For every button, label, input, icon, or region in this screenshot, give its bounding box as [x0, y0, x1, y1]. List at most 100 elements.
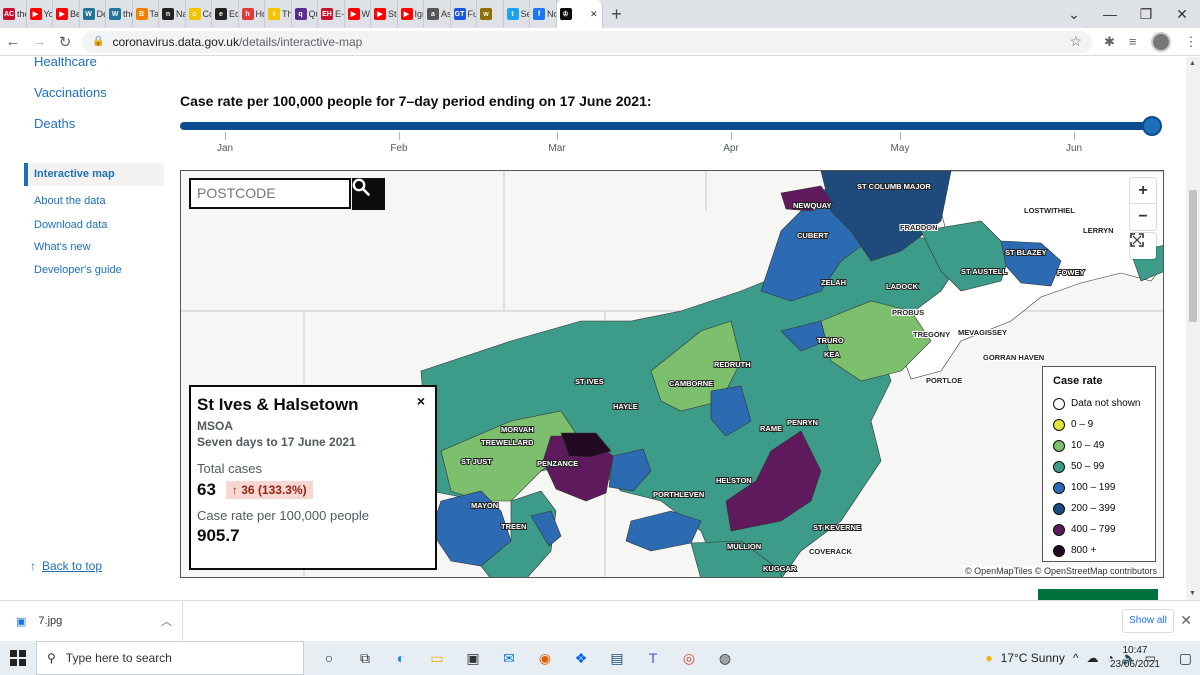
taskbar-search[interactable]: ⚲ Type here to search	[36, 641, 304, 675]
nav-whats-new[interactable]: What's new	[34, 241, 91, 253]
profile-menu-icon[interactable]: ⌄	[1056, 0, 1092, 28]
green-button[interactable]	[1038, 589, 1158, 600]
nav-deaths[interactable]: Deaths	[34, 116, 75, 131]
tab-active[interactable]: ♔ ✕	[556, 0, 603, 28]
map-attribution[interactable]: © OpenMapTiles © OpenStreetMap contribut…	[962, 566, 1159, 576]
browser-tab[interactable]: ▶Bes	[53, 0, 80, 28]
task-view-icon[interactable]: ⧉	[350, 643, 380, 673]
svg-text:ZELAH: ZELAH	[821, 278, 846, 287]
tray-chevron-icon[interactable]: ^	[1073, 651, 1079, 665]
zoom-out-button[interactable]: −	[1130, 204, 1156, 230]
legend-items: Data not shown 0 – 9 10 – 49 50 – 99 100 – 1…	[1053, 393, 1145, 561]
total-cases-value: 63	[197, 480, 216, 499]
edge-icon[interactable]: ◐	[386, 643, 416, 673]
browser-tab[interactable]: ▶Wh	[345, 0, 371, 28]
postcode-search-button[interactable]	[352, 178, 385, 210]
close-window-button[interactable]: ✕	[1164, 0, 1200, 28]
media-icon[interactable]: ≡	[1129, 34, 1137, 49]
legend-swatch-icon	[1053, 397, 1065, 410]
browser-tab[interactable]: EHE-H	[318, 0, 345, 28]
browser-tab[interactable]: fNo	[530, 0, 557, 28]
legend-title: Case rate	[1053, 375, 1103, 387]
page-scrollbar[interactable]: ▲ ▼	[1186, 57, 1200, 600]
start-button[interactable]	[0, 650, 36, 666]
close-panel-button[interactable]: ×	[417, 393, 425, 409]
browser-tab[interactable]: tSel	[504, 0, 530, 28]
file-explorer-icon[interactable]: ▭	[422, 643, 452, 673]
chrome-icon[interactable]: ◎	[674, 643, 704, 673]
back-icon[interactable]: ←	[0, 33, 26, 50]
scroll-down-icon[interactable]: ▼	[1189, 590, 1196, 597]
tab-favicon-icon: B	[135, 8, 148, 20]
browser-tab[interactable]: WDe:	[80, 0, 106, 28]
clock[interactable]: 10:47 23/06/2021	[1110, 644, 1160, 672]
date-slider-track[interactable]	[180, 122, 1152, 130]
interactive-map[interactable]: ST COLUMB MAJOR NEWQUAY LOSTWITHIEL CUBE…	[180, 170, 1164, 578]
browser-tab[interactable]: GTFuc	[451, 0, 477, 28]
close-shelf-icon[interactable]: ✕	[1180, 612, 1192, 629]
teams-icon[interactable]: T	[638, 643, 668, 673]
tab-favicon-icon: W	[109, 8, 121, 20]
browser-tab[interactable]: BTai	[133, 0, 159, 28]
url-input[interactable]: 🔒 coronavirus.data.gov.uk /details/inter…	[82, 30, 1092, 53]
scroll-up-icon[interactable]: ▲	[1189, 60, 1196, 67]
browser-tab[interactable]: hHo	[239, 0, 265, 28]
scrollbar-thumb[interactable]	[1189, 190, 1197, 322]
legend-item: 100 – 199	[1053, 477, 1145, 498]
nav-about-data[interactable]: About the data	[34, 195, 106, 207]
notifications-icon[interactable]: ▢	[1179, 650, 1192, 667]
bookmark-star-icon[interactable]: ☆	[1069, 33, 1082, 50]
show-all-button[interactable]: Show all	[1122, 609, 1174, 633]
weather-icon: ●	[985, 651, 993, 665]
download-item[interactable]: ▣ 7.jpg ︿	[0, 600, 183, 642]
zoom-in-button[interactable]: +	[1130, 178, 1156, 204]
browser-tab[interactable]: ▶Sto	[371, 0, 398, 28]
mail-icon[interactable]: ✉	[494, 643, 524, 673]
browser-tab[interactable]: ACthe	[0, 0, 27, 28]
app-icon[interactable]: ◍	[710, 643, 740, 673]
avatar[interactable]	[1150, 31, 1171, 52]
browser-tab[interactable]: ▶ Igr	[398, 0, 424, 28]
word-icon[interactable]: ▤	[602, 643, 632, 673]
browser-tab[interactable]: eEco	[212, 0, 239, 28]
restore-button[interactable]: ❐	[1128, 0, 1164, 28]
nav-healthcare[interactable]: Healthcare	[34, 57, 97, 69]
cortana-icon[interactable]: ○	[314, 643, 344, 673]
windows-icon	[10, 650, 26, 666]
menu-icon[interactable]: ⋮	[1185, 34, 1198, 50]
onedrive-icon[interactable]: ☁	[1086, 651, 1098, 665]
store-icon[interactable]: ▣	[458, 643, 488, 673]
chevron-up-icon[interactable]: ︿	[161, 613, 172, 629]
month-tick	[731, 132, 732, 140]
date-slider-handle[interactable]	[1142, 116, 1162, 136]
svg-text:PROBUS: PROBUS	[892, 308, 924, 317]
back-to-top-link[interactable]: ↑ Back to top	[30, 559, 102, 573]
weather-text[interactable]: 17°C Sunny	[1001, 651, 1065, 665]
browser-tab[interactable]: qQu	[292, 0, 318, 28]
tab-label: Fuc	[467, 9, 477, 19]
forward-icon[interactable]: →	[26, 33, 52, 50]
browser-tab[interactable]: Wthe	[106, 0, 133, 28]
legend-swatch-icon	[1053, 439, 1065, 452]
tab-favicon-icon: ▶	[374, 8, 386, 20]
postcode-input[interactable]: POSTCODE	[189, 178, 351, 209]
svg-text:ST KEVERNE: ST KEVERNE	[813, 523, 861, 532]
extensions-icon[interactable]: ✱	[1104, 34, 1115, 50]
browser-tab[interactable]: w	[477, 0, 504, 28]
nav-vaccinations[interactable]: Vaccinations	[34, 85, 107, 100]
nav-download-data[interactable]: Download data	[34, 219, 107, 231]
browser-tab[interactable]: nNat	[159, 0, 186, 28]
firefox-icon[interactable]: ◉	[530, 643, 560, 673]
nav-interactive-map[interactable]: Interactive map	[24, 163, 164, 186]
reload-icon[interactable]: ↻	[52, 33, 78, 51]
browser-tab[interactable]: ▶You	[27, 0, 53, 28]
browser-tab[interactable]: aAss	[424, 0, 451, 28]
nav-developers-guide[interactable]: Developer's guide	[34, 264, 122, 276]
dropbox-icon[interactable]: ❖	[566, 643, 596, 673]
browser-tab[interactable]: tThe	[265, 0, 292, 28]
minimize-button[interactable]: —	[1092, 0, 1128, 28]
fullscreen-button[interactable]	[1130, 233, 1156, 259]
browser-tab[interactable]: cCor	[186, 0, 212, 28]
close-tab-icon[interactable]: ✕	[590, 9, 598, 20]
new-tab-button[interactable]: +	[603, 4, 631, 25]
